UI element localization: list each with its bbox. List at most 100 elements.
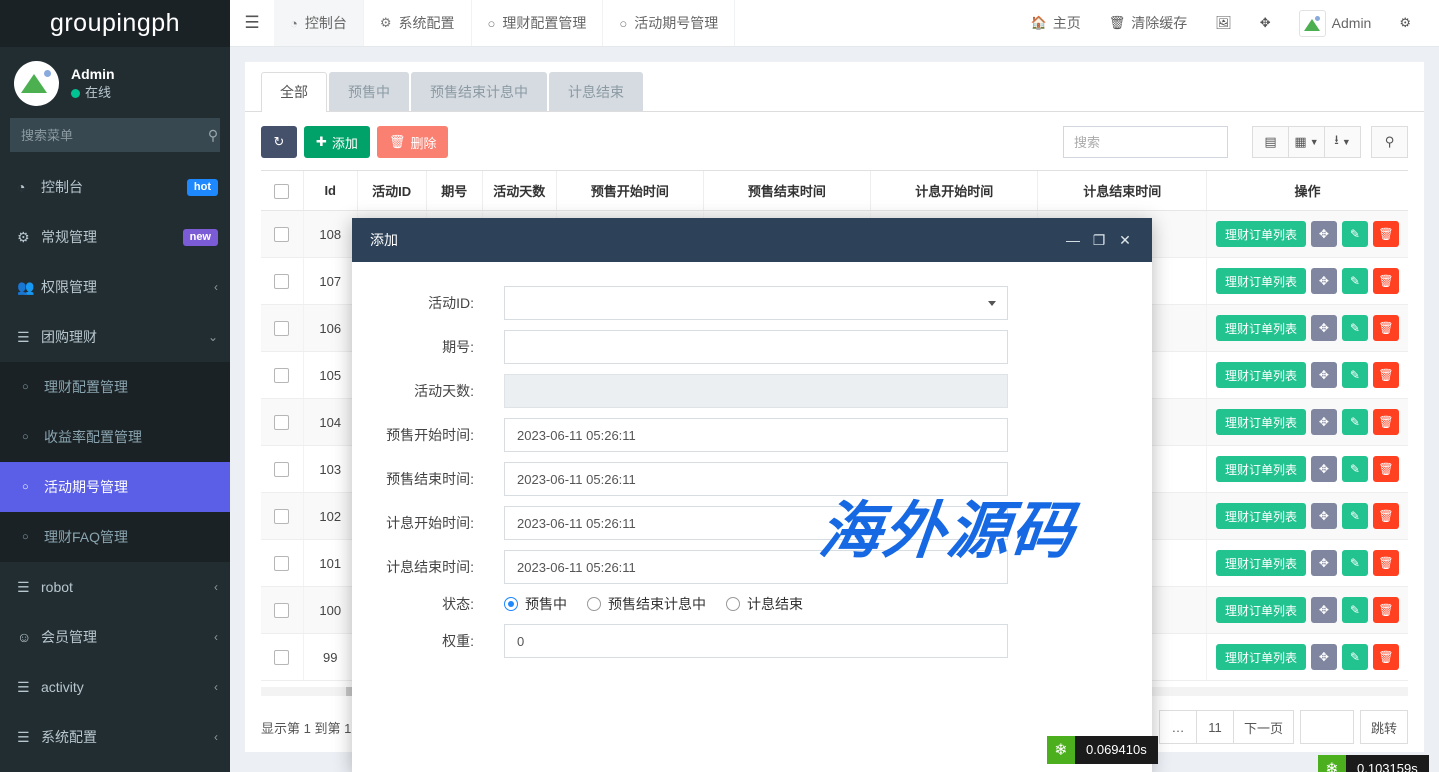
trash-icon[interactable]: 🗑	[1373, 644, 1399, 670]
chevron-icon[interactable]: ‹	[214, 280, 218, 294]
field-input-3[interactable]	[504, 418, 1008, 452]
sidebar-item-1[interactable]: ⚙常规管理new	[0, 212, 230, 262]
weight-input[interactable]	[504, 624, 1008, 658]
next-page-button[interactable]: 下一页	[1233, 710, 1294, 744]
sidebar-item-after-2[interactable]: ☰activity‹	[0, 662, 230, 712]
export-icon[interactable]: ⭳▼	[1324, 126, 1361, 158]
sidebar-item-after-3[interactable]: ☰系统配置‹	[0, 712, 230, 762]
status-option-1[interactable]: 预售结束计息中	[587, 594, 706, 614]
chevron-left-icon[interactable]: ‹	[214, 680, 218, 694]
trash-icon[interactable]: 🗑	[1373, 221, 1399, 247]
pencil-icon[interactable]: ✎	[1342, 268, 1368, 294]
order-list-button[interactable]: 理财订单列表	[1216, 362, 1306, 388]
order-list-button[interactable]: 理财订单列表	[1216, 503, 1306, 529]
sidebar-subitem-0[interactable]: ○理财配置管理	[0, 362, 230, 412]
trash-icon[interactable]: 🗑	[1373, 597, 1399, 623]
order-list-button[interactable]: 理财订单列表	[1216, 409, 1306, 435]
row-checkbox-cell[interactable]	[261, 587, 303, 634]
columns-grid-icon[interactable]: ▦▼	[1288, 126, 1325, 158]
sidebar-item-3[interactable]: ☰团购理财⌄	[0, 312, 230, 362]
sidebar-item-0[interactable]: ◔控制台hot	[0, 162, 230, 212]
arrows-move-icon[interactable]: ✥	[1311, 456, 1337, 482]
row-checkbox[interactable]	[274, 415, 289, 430]
pencil-icon[interactable]: ✎	[1342, 550, 1368, 576]
search-icon[interactable]: ⚲	[207, 127, 219, 144]
brand-logo[interactable]: groupingph	[0, 0, 230, 47]
chevron-icon[interactable]: ⌄	[208, 330, 218, 344]
chevron-left-icon[interactable]: ‹	[214, 580, 218, 594]
refresh-button[interactable]: ↻	[261, 126, 297, 158]
order-list-button[interactable]: 理财订单列表	[1216, 550, 1306, 576]
radio-icon[interactable]	[587, 597, 601, 611]
radio-icon[interactable]	[504, 597, 518, 611]
arrows-move-icon[interactable]: ✥	[1311, 221, 1337, 247]
row-checkbox-cell[interactable]	[261, 446, 303, 493]
arrows-move-icon[interactable]: ✥	[1311, 597, 1337, 623]
sidebar-item-2[interactable]: 👥权限管理‹	[0, 262, 230, 312]
delete-button[interactable]: 🗑 删除	[377, 126, 449, 158]
sidebar-subitem-2[interactable]: ○活动期号管理	[0, 462, 230, 512]
row-checkbox-cell[interactable]	[261, 352, 303, 399]
pencil-icon[interactable]: ✎	[1342, 362, 1368, 388]
pencil-icon[interactable]: ✎	[1342, 503, 1368, 529]
search-icon[interactable]: ⚲	[1371, 126, 1408, 158]
minimize-icon[interactable]: —	[1060, 232, 1086, 248]
trash-icon[interactable]: 🗑	[1373, 456, 1399, 482]
status-tab-1[interactable]: 预售中	[329, 72, 409, 111]
arrows-move-icon[interactable]: ✥	[1311, 362, 1337, 388]
row-checkbox[interactable]	[274, 321, 289, 336]
sidebar-subitem-3[interactable]: ○理财FAQ管理	[0, 512, 230, 562]
nav-tab-1[interactable]: ⚙系统配置	[364, 0, 472, 46]
trash-icon[interactable]: 🗑	[1373, 503, 1399, 529]
row-checkbox-cell[interactable]	[261, 540, 303, 587]
chevron-left-icon[interactable]: ‹	[214, 630, 218, 644]
pencil-icon[interactable]: ✎	[1342, 644, 1368, 670]
pencil-icon[interactable]: ✎	[1342, 221, 1368, 247]
row-checkbox[interactable]	[274, 227, 289, 242]
nav-clear-cache[interactable]: 🗑 清除缓存	[1095, 0, 1202, 47]
trash-icon[interactable]: 🗑	[1373, 362, 1399, 388]
row-checkbox-cell[interactable]	[261, 634, 303, 681]
row-checkbox[interactable]	[274, 368, 289, 383]
pencil-icon[interactable]: ✎	[1342, 597, 1368, 623]
trash-icon[interactable]: 🗑	[1373, 315, 1399, 341]
jump-input[interactable]	[1300, 710, 1354, 744]
nav-home[interactable]: 🏠 主页	[1017, 0, 1095, 47]
order-list-button[interactable]: 理财订单列表	[1216, 221, 1306, 247]
page-11[interactable]: 11	[1196, 710, 1234, 744]
jump-button[interactable]: 跳转	[1360, 710, 1408, 744]
status-option-2[interactable]: 计息结束	[726, 594, 803, 614]
row-checkbox-cell[interactable]	[261, 211, 303, 258]
chevron-left-icon[interactable]: ‹	[214, 730, 218, 744]
nav-settings[interactable]: ⚙	[1385, 0, 1425, 47]
hamburger-icon[interactable]: ☰	[230, 0, 274, 46]
trash-icon[interactable]: 🗑	[1373, 409, 1399, 435]
page-ellipsis[interactable]: …	[1159, 710, 1197, 744]
nav-tab-0[interactable]: ◔控制台	[274, 0, 364, 46]
order-list-button[interactable]: 理财订单列表	[1216, 315, 1306, 341]
search-input[interactable]	[11, 128, 207, 143]
order-list-button[interactable]: 理财订单列表	[1216, 456, 1306, 482]
sidebar-item-after-1[interactable]: ☺会员管理‹	[0, 612, 230, 662]
table-header-checkbox[interactable]	[261, 171, 303, 211]
order-list-button[interactable]: 理财订单列表	[1216, 268, 1306, 294]
activity-id-select[interactable]	[504, 286, 1008, 320]
nav-tab-2[interactable]: ○理财配置管理	[472, 0, 604, 46]
pencil-icon[interactable]: ✎	[1342, 456, 1368, 482]
arrows-move-icon[interactable]: ✥	[1311, 644, 1337, 670]
pencil-icon[interactable]: ✎	[1342, 409, 1368, 435]
radio-icon[interactable]	[726, 597, 740, 611]
trash-icon[interactable]: 🗑	[1373, 550, 1399, 576]
status-tab-2[interactable]: 预售结束计息中	[411, 72, 547, 111]
list-view-icon[interactable]: ▤	[1252, 126, 1289, 158]
field-input-6[interactable]	[504, 550, 1008, 584]
field-input-5[interactable]	[504, 506, 1008, 540]
nav-fullscreen[interactable]: ✥	[1246, 0, 1285, 47]
arrows-move-icon[interactable]: ✥	[1311, 550, 1337, 576]
search-box[interactable]: ⚲	[10, 118, 220, 152]
maximize-icon[interactable]: ❐	[1086, 232, 1112, 249]
sidebar-subitem-1[interactable]: ○收益率配置管理	[0, 412, 230, 462]
add-button[interactable]: ✚ 添加	[304, 126, 370, 158]
row-checkbox-cell[interactable]	[261, 399, 303, 446]
status-tab-3[interactable]: 计息结束	[549, 72, 643, 111]
